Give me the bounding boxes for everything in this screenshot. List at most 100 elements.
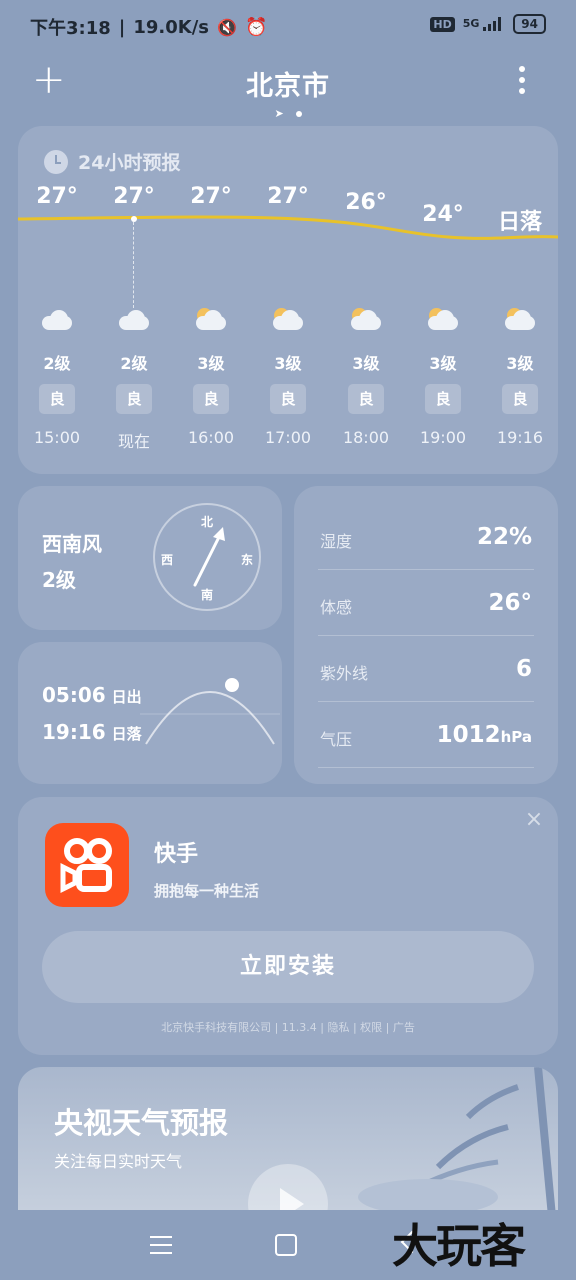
air-quality-badge: 良 [482,384,558,414]
air-quality-value: 良 [502,384,538,414]
detail-unit: hPa [500,728,532,746]
sun-arc [140,678,280,745]
detail-number: 22% [476,524,532,550]
hourly-temp-value: 26° [345,190,387,215]
partly-cloudy-icon [271,308,305,330]
hourly-temp: 24° [405,202,481,227]
air-quality-value: 良 [270,384,306,414]
cloud-icon [40,308,74,330]
air-quality-badge: 良 [328,384,404,414]
hourly-time: 15:00 [19,428,95,447]
sunset: 19:16 日落 [42,720,142,744]
detail-label: 气压 [320,730,353,749]
partly-cloudy-icon [194,308,228,330]
cloud-icon [117,308,151,330]
sunrise-time: 05:06 [42,683,106,707]
video-subtitle: 关注每日实时天气 [54,1152,183,1171]
close-ad-icon[interactable]: × [524,809,544,831]
hourly-temp: 26° [328,190,404,215]
hourly-wind-value: 3级 [274,354,302,373]
hourly-temp: 27° [96,184,172,209]
detail-number: 26° [488,590,532,616]
hourly-wind-value: 3级 [352,354,380,373]
cloud-icon [19,308,95,334]
hourly-time-value: 17:00 [264,428,312,447]
wind-direction: 西南风 [42,532,102,556]
air-quality-value: 良 [116,384,152,414]
status-time: 下午3:18 [30,18,111,39]
wind-level: 2级 [42,568,76,592]
air-quality-badge: 良 [405,384,481,414]
location-arrow-icon: ➤ [274,107,284,120]
status-bar: 下午3:18 | 19.0K/s 🔇 ⏰ HD 5G 94 [30,14,546,42]
sunrise: 05:06 日出 [42,683,142,707]
detail-label: 湿度 [320,532,353,551]
hourly-temp-value: 24° [422,202,464,227]
page-indicator: ➤ [0,106,576,120]
status-divider: | [118,16,126,38]
city-title: 北京市 [246,71,330,102]
sunset-time: 19:16 [42,720,106,744]
partly-cloudy-icon [328,308,404,334]
partly-cloudy-icon [173,308,249,334]
app-name: 快手 [154,842,199,867]
page-dot [295,110,302,117]
hourly-time: 16:00 [173,428,249,447]
air-quality-badge: 良 [250,384,326,414]
hourly-wind: 3级 [250,350,326,374]
video-title: 央视天气预报 [54,1106,229,1140]
hourly-temp: 27° [173,184,249,209]
hourly-temp: 27° [250,184,326,209]
humidity-row: 湿度 22% [318,504,534,570]
hourly-temp-value: 27° [36,184,78,209]
uv-row: 紫外线 6 [318,636,534,702]
hourly-wind: 3级 [173,350,249,374]
hourly-temp: 27° [19,184,95,209]
divider [318,767,534,768]
hourly-temp-value: 27° [113,184,155,209]
hourly-time: 现在 [96,428,172,452]
partly-cloudy-icon [250,308,326,334]
hourly-temp-value: 27° [267,184,309,209]
hourly-title-text: 24小时预报 [78,152,181,174]
hourly-forecast-card[interactable] [18,126,558,474]
menu-nav-icon[interactable] [150,1236,172,1254]
hourly-temp-value: 日落 [497,210,542,235]
air-quality-badge: 良 [19,384,95,414]
alarm-icon: ⏰ [244,16,268,38]
air-quality-badge: 良 [96,384,172,414]
compass: 北 南 东 西 [153,503,261,611]
hourly-time-value: 18:00 [342,428,390,447]
hourly-time-value: 现在 [117,432,150,451]
air-quality-value: 良 [39,384,75,414]
detail-value: 26° [488,590,532,616]
hourly-wind: 3级 [405,350,481,374]
detail-value: 6 [516,656,532,682]
partly-cloudy-icon [349,308,383,330]
install-button[interactable]: 立即安装 [42,931,534,1003]
air-quality-value: 良 [193,384,229,414]
hourly-time-value: 15:00 [33,428,81,447]
hourly-wind-value: 2级 [120,354,148,373]
detail-value: 1012hPa [437,722,532,748]
detail-label: 紫外线 [320,664,369,683]
hourly-wind: 3级 [328,350,404,374]
hourly-time-value: 19:16 [496,428,544,447]
wind-arrow-icon [193,527,225,587]
hourly-time-value: 19:00 [419,428,467,447]
hourly-wind: 2级 [19,350,95,374]
home-nav-icon[interactable] [275,1234,297,1256]
hourly-wind: 3级 [482,350,558,374]
air-quality-value: 良 [348,384,384,414]
partly-cloudy-icon [405,308,481,334]
network-speed: 19.0K/s [133,16,210,38]
hourly-wind-value: 3级 [506,354,534,373]
hourly-wind-value: 2级 [43,354,71,373]
kuaishou-app-icon[interactable] [45,823,129,907]
signal-label: 5G [462,17,480,30]
more-menu-icon[interactable] [512,66,532,96]
hourly-time: 19:00 [405,428,481,447]
hourly-temp: 日落 [482,204,558,236]
clock-icon [44,149,68,174]
feels-like-row: 体感 26° [318,570,534,636]
